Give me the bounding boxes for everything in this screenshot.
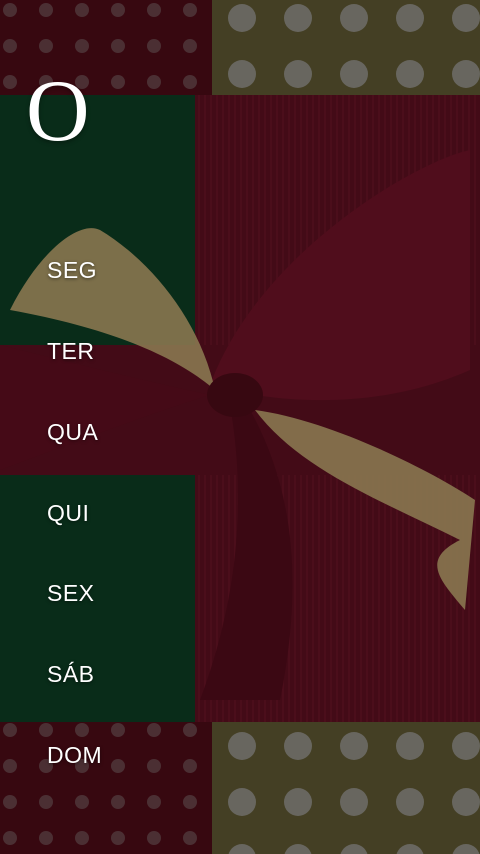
menu-item-qui[interactable]: QUI: [47, 500, 89, 527]
brand-logo: O: [26, 63, 90, 160]
menu-item-sab[interactable]: SÁB: [47, 661, 95, 688]
menu-item-ter[interactable]: TER: [47, 338, 95, 365]
menu-item-seg[interactable]: SEG: [47, 257, 97, 284]
menu-item-sex[interactable]: SEX: [47, 580, 95, 607]
menu-item-dom[interactable]: DOM: [47, 742, 102, 769]
menu-item-qua[interactable]: QUA: [47, 419, 98, 446]
